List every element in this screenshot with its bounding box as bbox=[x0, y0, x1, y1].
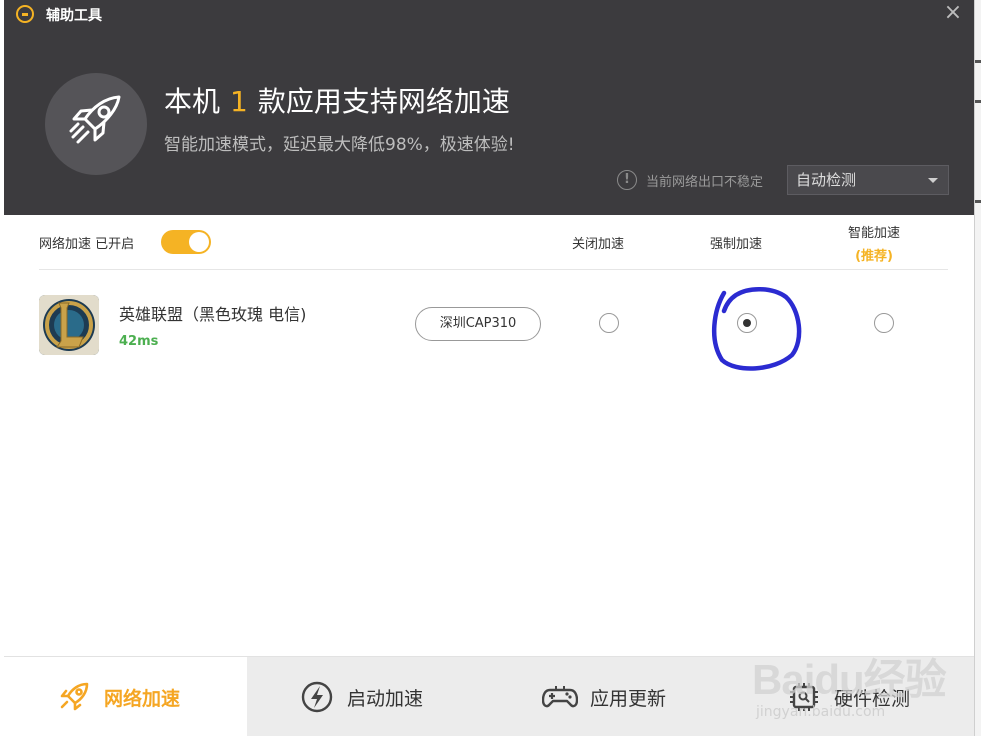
warning-icon: ! bbox=[617, 170, 637, 190]
annotation-circle bbox=[711, 287, 802, 371]
rocket-icon bbox=[45, 73, 147, 175]
headline-prefix: 本机 bbox=[164, 85, 221, 118]
headline-subtitle: 智能加速模式，延迟最大降低98%，极速体验! bbox=[164, 135, 515, 155]
app-window: 辅助工具 × 本机 1 款应用支持网络加速 智能加速模式，延迟最大降低98%，极速体… bbox=[0, 0, 981, 736]
window-title: 辅助工具 bbox=[46, 8, 102, 24]
background-edge-mark bbox=[975, 200, 981, 203]
headline: 本机 1 款应用支持网络加速 bbox=[164, 80, 510, 120]
game-name: 英雄联盟（黑色玫瑰 电信) bbox=[119, 305, 307, 324]
watermark-brand: Baidu经验 bbox=[752, 656, 947, 703]
lightning-icon bbox=[299, 679, 335, 715]
tab-label: 网络加速 bbox=[104, 687, 181, 710]
tab-label: 应用更新 bbox=[590, 687, 667, 710]
radio-off[interactable] bbox=[599, 313, 619, 333]
acceleration-toggle-label: 网络加速 已开启 bbox=[39, 237, 135, 252]
column-header-off: 关闭加速 bbox=[572, 237, 625, 252]
header-divider bbox=[39, 269, 948, 270]
recommended-badge: (推荐) bbox=[855, 249, 893, 264]
acceleration-toggle[interactable] bbox=[161, 230, 211, 254]
radio-smart[interactable] bbox=[874, 313, 894, 333]
detect-mode-select[interactable]: 自动检测 bbox=[787, 165, 949, 195]
gamepad-icon bbox=[542, 679, 578, 715]
title-bar: 辅助工具 × bbox=[4, 0, 974, 28]
background-edge-mark bbox=[975, 100, 981, 103]
network-warning-text: 当前网络出口不稳定 bbox=[646, 175, 764, 190]
ping-value: 42ms bbox=[119, 334, 159, 349]
background-edge-mark bbox=[975, 60, 981, 63]
acceleration-list: 网络加速 已开启 关闭加速 强制加速 智能加速 (推荐) 英雄联盟（黑色玫瑰 电… bbox=[4, 215, 974, 656]
game-logo-icon bbox=[39, 295, 99, 355]
server-select-button[interactable]: 深圳CAP310 bbox=[415, 307, 541, 341]
tab-startup-acceleration[interactable]: 启动加速 bbox=[299, 657, 499, 736]
chevron-down-icon bbox=[928, 178, 938, 183]
rocket-icon bbox=[56, 679, 92, 715]
app-logo-icon bbox=[16, 5, 34, 23]
toggle-knob bbox=[189, 232, 209, 252]
headline-count: 1 bbox=[230, 85, 248, 118]
tab-network-acceleration[interactable]: 网络加速 bbox=[4, 657, 247, 736]
tab-label: 启动加速 bbox=[347, 687, 424, 710]
column-header-smart: 智能加速 (推荐) bbox=[848, 222, 900, 264]
column-header-smart-label: 智能加速 bbox=[848, 226, 901, 241]
headline-suffix: 款应用支持网络加速 bbox=[257, 85, 510, 118]
baidu-watermark: Baidu经验 jingyan.baidu.com bbox=[752, 626, 981, 736]
close-button[interactable]: × bbox=[942, 2, 964, 24]
watermark-url: jingyan.baidu.com bbox=[756, 704, 886, 720]
column-header-force: 强制加速 bbox=[710, 237, 763, 252]
detect-mode-value: 自动检测 bbox=[796, 171, 857, 189]
header-panel: 辅助工具 × 本机 1 款应用支持网络加速 智能加速模式，延迟最大降低98%，极速体… bbox=[4, 0, 974, 215]
tab-app-update[interactable]: 应用更新 bbox=[542, 657, 742, 736]
